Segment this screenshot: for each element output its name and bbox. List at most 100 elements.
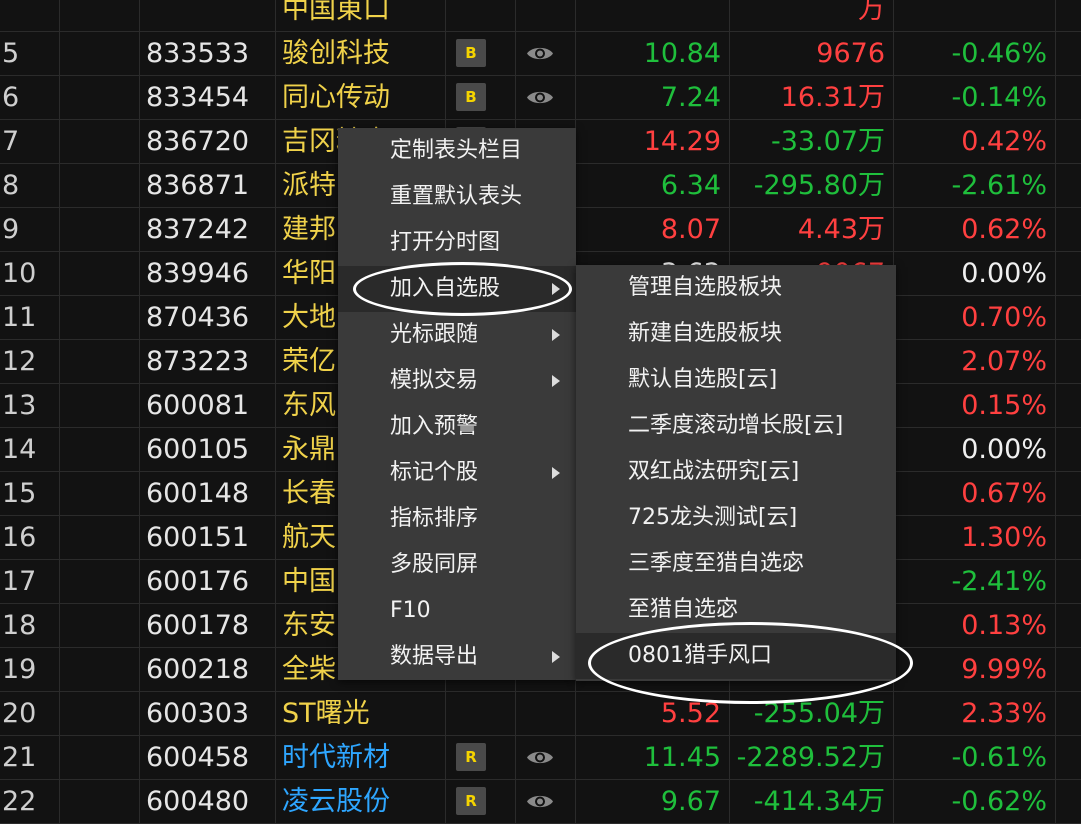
menu-item-label: 0801猎手风口 [628,643,772,668]
submenu-item[interactable]: 二季度滚动增长股[云] [576,403,896,449]
stock-code: 873223 [140,340,276,383]
menu-item-label: 数据导出 [390,644,479,669]
eye-icon[interactable] [526,89,554,106]
menu-item-label: 重置默认表头 [390,184,523,209]
context-menu-item[interactable]: 模拟交易 [338,358,576,404]
volume-cell: -414.34万 [730,780,894,823]
menu-item-label: 双红战法研究[云] [628,459,800,484]
row-index: 13 [0,384,60,427]
menu-item-label: 二季度滚动增长股[云] [628,413,844,438]
table-row[interactable]: 6 833454 同心传动 B 7.24 16.31万 -0.14% [0,76,1081,120]
submenu-arrow-icon [552,283,560,295]
change-percent-cell: -2.41% [894,560,1056,603]
change-percent-cell: 0.67% [894,472,1056,515]
table-row[interactable]: 5 833533 骏创科技 B 10.84 9676 -0.46% [0,32,1081,76]
change-percent-cell: 9.99% [894,648,1056,691]
context-menu-item[interactable]: 加入预警 [338,404,576,450]
menu-item-label: 打开分时图 [390,230,501,255]
row-index: 19 [0,648,60,691]
row-index: 18 [0,604,60,647]
row-index: 6 [0,76,60,119]
table-row[interactable]: 20 600303 ST曙光 5.52 -255.04万 2.33% [0,692,1081,736]
change-percent-cell: 0.00% [894,252,1056,295]
submenu-item[interactable]: 至猎自选宓 [576,587,896,633]
context-menu-item[interactable]: 打开分时图 [338,220,576,266]
submenu-item[interactable]: 三季度至猎自选宓 [576,541,896,587]
stock-name: ST曙光 [276,692,446,735]
context-menu-item[interactable]: F10 [338,588,576,634]
menu-item-label: 管理自选股板块 [628,275,783,300]
change-percent-cell: -0.46% [894,32,1056,75]
stock-name: 中国東口 [276,0,446,31]
stock-name: 同心传动 [276,76,446,119]
change-percent-cell: 2.33% [894,692,1056,735]
menu-item-label: 模拟交易 [390,368,479,393]
submenu-item[interactable]: 双红战法研究[云] [576,449,896,495]
change-percent-cell: -2.61% [894,164,1056,207]
menu-item-label: 光标跟随 [390,322,479,347]
eye-icon[interactable] [526,793,554,810]
row-index: 15 [0,472,60,515]
context-menu-item[interactable]: 重置默认表头 [338,174,576,220]
rating-badge: B [456,83,486,111]
submenu-arrow-icon [552,375,560,387]
submenu-arrow-icon [552,651,560,663]
stock-code: 870436 [140,296,276,339]
stock-code: 839946 [140,252,276,295]
eye-icon[interactable] [526,45,554,62]
table-row[interactable]: 22 600480 凌云股份 R 9.67 -414.34万 -0.62% [0,780,1081,824]
context-menu-item[interactable]: 加入自选股 [338,266,576,312]
price-cell: 7.24 [576,76,730,119]
context-menu-item[interactable]: 指标排序 [338,496,576,542]
price-cell: 8.07 [576,208,730,251]
submenu-item[interactable]: 0801猎手风口 [576,633,896,679]
change-percent-cell: 0.00% [894,428,1056,471]
row-index: 14 [0,428,60,471]
change-percent-cell: 0.62% [894,208,1056,251]
volume-cell: -33.07万 [730,120,894,163]
volume-cell: 4.43万 [730,208,894,251]
stock-code: 600303 [140,692,276,735]
stock-name: 骏创科技 [276,32,446,75]
row-index: 9 [0,208,60,251]
stock-code: 600176 [140,560,276,603]
rating-badge: B [456,39,486,67]
context-menu-item[interactable]: 光标跟随 [338,312,576,358]
submenu-item[interactable]: 新建自选股板块 [576,311,896,357]
menu-item-label: 新建自选股板块 [628,321,783,346]
menu-item-label: 多股同屏 [390,552,479,577]
stock-name: 时代新材 [276,736,446,779]
row-index: 16 [0,516,60,559]
price-cell: 11.45 [576,736,730,779]
change-percent-cell: -0.14% [894,76,1056,119]
eye-icon[interactable] [526,749,554,766]
change-percent-cell: 1.30% [894,516,1056,559]
submenu-item[interactable]: 默认自选股[云] [576,357,896,403]
watchlist-submenu: 管理自选股板块 新建自选股板块默认自选股[云] 二季度滚动增长股[云] 双红战法研究[… [576,265,896,681]
table-row[interactable]: 21 600458 时代新材 R 11.45 -2289.52万 -0.61% [0,736,1081,780]
context-menu-item[interactable]: 标记个股 [338,450,576,496]
context-menu-item[interactable]: 多股同屏 [338,542,576,588]
row-index: 17 [0,560,60,603]
stock-code: 600218 [140,648,276,691]
menu-item-label: 标记个股 [390,460,479,485]
change-percent-cell: 0.13% [894,604,1056,647]
rating-badge: R [456,743,486,771]
change-percent-cell: 2.07% [894,340,1056,383]
context-menu-item[interactable]: 定制表头栏目 [338,128,576,174]
table-row[interactable]: 中国東口 万 [0,0,1081,32]
volume-cell: -2289.52万 [730,736,894,779]
stock-code: 836720 [140,120,276,163]
change-percent-cell: 0.15% [894,384,1056,427]
submenu-item[interactable]: 725龙头测试[云] [576,495,896,541]
price-cell: 6.34 [576,164,730,207]
price-cell: 10.84 [576,32,730,75]
context-menu: 定制表头栏目重置默认表头 打开分时图加入自选股光标跟随模拟交易加入预警标记个股指标… [338,128,576,680]
menu-item-label: F10 [390,598,431,623]
menu-item-label: 加入预警 [390,414,479,439]
submenu-item[interactable]: 管理自选股板块 [576,265,896,311]
row-index: 5 [0,32,60,75]
stock-code: 600148 [140,472,276,515]
context-menu-item[interactable]: 数据导出 [338,634,576,680]
row-index: 10 [0,252,60,295]
